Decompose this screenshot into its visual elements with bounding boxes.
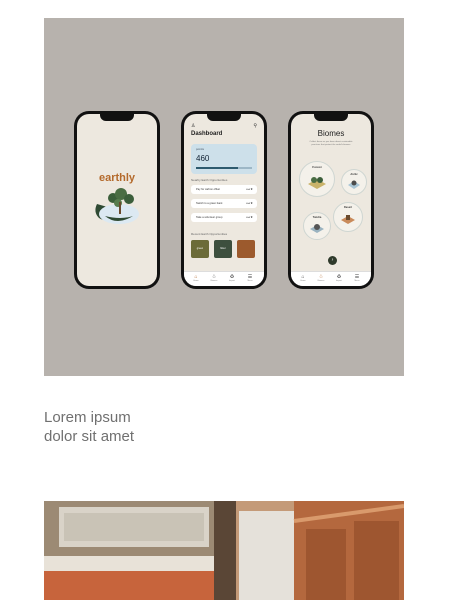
tab-biomes[interactable]: ♧ Biomes bbox=[206, 274, 222, 282]
biome-bubble-arctic[interactable]: Arctic bbox=[341, 169, 367, 195]
app-logo-text: earthly bbox=[98, 172, 136, 184]
interior-photo-image bbox=[44, 501, 404, 600]
phone-screen: ♙ ⚲ Dashboard points 460 Nearby Earth Op… bbox=[184, 114, 264, 286]
heading-line-1: Lorem ipsum bbox=[44, 409, 131, 426]
tab-impact[interactable]: ♻ Impact bbox=[331, 274, 347, 282]
tab-menu[interactable]: ☰ Menu bbox=[349, 274, 365, 282]
opportunity-stat: ••◂ ★ bbox=[245, 187, 253, 191]
opportunity-stat: ••◂ ★ bbox=[245, 201, 253, 205]
biome-bubble-forest[interactable]: Forest bbox=[299, 161, 335, 197]
recent-tile[interactable]: hiker bbox=[214, 240, 232, 258]
opportunity-label: Take a volunteer group bbox=[196, 216, 223, 219]
project-card-earthly[interactable]: earthly ♙ ⚲ Dashboard points 460 Nearby … bbox=[44, 18, 404, 376]
tab-biomes[interactable]: ♧ Biomes bbox=[313, 274, 329, 282]
opportunity-stat: ••◂ ★ bbox=[245, 215, 253, 219]
tab-home[interactable]: ⌂ Home bbox=[295, 274, 311, 282]
tab-menu[interactable]: ☰ Menu bbox=[242, 274, 258, 282]
phone-mockup-biomes: Biomes Collect these as you learn about … bbox=[288, 111, 374, 289]
phone-mockup-dashboard: ♙ ⚲ Dashboard points 460 Nearby Earth Op… bbox=[181, 111, 267, 289]
phone-notch bbox=[314, 114, 348, 121]
tab-home[interactable]: ⌂ Home bbox=[188, 274, 204, 282]
search-icon[interactable]: ⚲ bbox=[253, 123, 257, 129]
dashboard-title: Dashboard bbox=[191, 131, 223, 137]
profile-icon[interactable]: ♙ bbox=[191, 123, 195, 129]
biome-bubble-tundra[interactable]: Tundra bbox=[303, 212, 331, 240]
tundra-biome-icon bbox=[310, 224, 324, 233]
phone-screen: earthly bbox=[77, 114, 157, 286]
phone-notch bbox=[100, 114, 134, 121]
recent-tile[interactable]: green bbox=[191, 240, 209, 258]
points-label: points bbox=[196, 147, 205, 151]
opportunity-row[interactable]: Pay for carbon offset ••◂ ★ bbox=[191, 185, 257, 194]
opportunity-label: Switch to a green bank bbox=[196, 202, 223, 205]
heading-line-2: dolor sit amet bbox=[44, 428, 135, 445]
biome-bubble-desert[interactable]: Desert bbox=[333, 202, 363, 232]
opportunity-label: Pay for carbon offset bbox=[196, 188, 220, 191]
forest-biome-icon bbox=[308, 177, 326, 189]
opportunity-row[interactable]: Take a volunteer group ••◂ ★ bbox=[191, 213, 257, 222]
tab-impact[interactable]: ♻ Impact bbox=[224, 274, 240, 282]
phone-mockup-splash: earthly bbox=[74, 111, 160, 289]
project-card-photo[interactable] bbox=[44, 501, 404, 600]
project-heading[interactable]: Lorem ipsum dolor sit amet bbox=[44, 408, 134, 446]
recent-tile[interactable] bbox=[237, 240, 255, 258]
section-label-recent: Recent Earth Opportunities bbox=[191, 232, 228, 236]
points-card[interactable]: points 460 bbox=[191, 144, 257, 174]
section-label-nearby: Nearby Earth Opportunities bbox=[191, 178, 228, 182]
points-progress-fill bbox=[196, 167, 238, 169]
next-arrow-icon[interactable]: › bbox=[328, 256, 337, 265]
phone-notch bbox=[207, 114, 241, 121]
desert-biome-icon bbox=[341, 215, 355, 224]
opportunity-row[interactable]: Switch to a green bank ••◂ ★ bbox=[191, 199, 257, 208]
planet-tree-logo-icon bbox=[95, 188, 139, 224]
biomes-subtitle: Collect these as you learn about sustain… bbox=[309, 141, 353, 146]
points-value: 460 bbox=[196, 154, 210, 163]
points-progress-bar bbox=[196, 167, 252, 169]
phone-screen: Biomes Collect these as you learn about … bbox=[291, 114, 371, 286]
tab-bar: ⌂ Home ♧ Biomes ♻ Impact ☰ Menu bbox=[184, 271, 264, 286]
arctic-biome-icon bbox=[348, 180, 360, 189]
tab-bar: ⌂ Home ♧ Biomes ♻ Impact ☰ Menu bbox=[291, 271, 371, 286]
biomes-title: Biomes bbox=[317, 129, 345, 138]
